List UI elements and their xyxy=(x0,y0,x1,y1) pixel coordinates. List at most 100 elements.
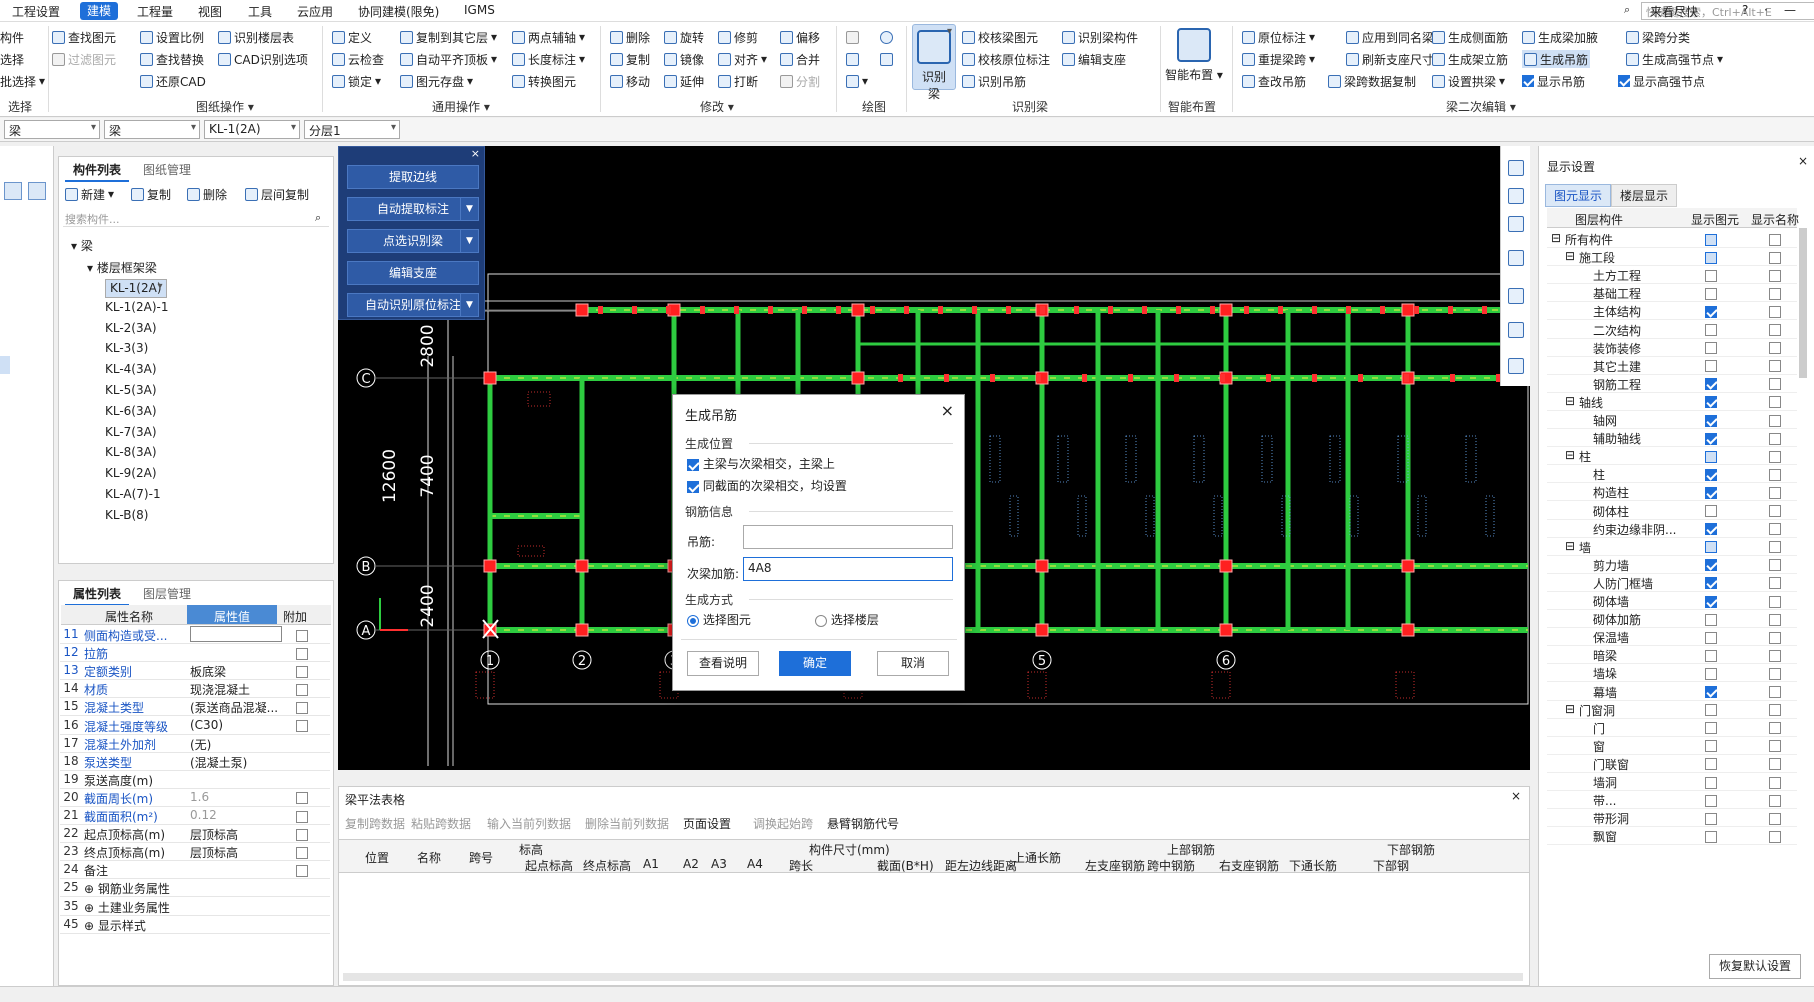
tree-item-component[interactable]: KL-A(7)-1 xyxy=(105,487,161,501)
show-name-checkbox[interactable] xyxy=(1769,414,1781,427)
property-row[interactable]: 21 截面面积(m²) 0.12 xyxy=(60,807,330,825)
edit-support-float-button[interactable]: 编辑支座 xyxy=(347,261,479,285)
rotate-button[interactable]: 旋转 xyxy=(664,28,704,46)
display-row[interactable]: 装饰装修 xyxy=(1547,339,1797,357)
property-row[interactable]: 12 拉筋 xyxy=(60,644,330,663)
view-box-icon[interactable] xyxy=(1508,250,1524,266)
display-row[interactable]: 辅助轴线 xyxy=(1547,429,1797,448)
check-in-situ-annotation-button[interactable]: 校核原位标注 xyxy=(962,50,1050,68)
radio-selected-icon[interactable] xyxy=(687,614,699,627)
show-element-checkbox[interactable] xyxy=(1705,631,1717,644)
show-name-checkbox[interactable] xyxy=(1769,324,1781,336)
user-name-label[interactable]: 来看尽快 xyxy=(1650,3,1698,20)
display-row[interactable]: 飘窗 xyxy=(1547,827,1797,846)
property-row[interactable]: 17 混凝土外加剂 (无) xyxy=(60,735,330,753)
chevron-down-icon[interactable]: ▼ xyxy=(460,294,478,316)
display-row[interactable]: 轴网 xyxy=(1547,411,1797,429)
show-element-checkbox[interactable] xyxy=(1705,305,1717,318)
vertical-scrollbar[interactable] xyxy=(1799,228,1807,378)
merge-button[interactable]: 合并 xyxy=(780,50,820,68)
property-row[interactable]: 20 截面周长(m) 1.6 xyxy=(60,789,330,807)
show-name-checkbox[interactable] xyxy=(1769,305,1781,318)
ok-button[interactable]: 确定 xyxy=(779,651,851,676)
length-dimension-button[interactable]: 长度标注 ▾ xyxy=(512,50,585,68)
show-name-checkbox[interactable] xyxy=(1769,505,1781,517)
show-element-checkbox[interactable] xyxy=(1705,559,1717,572)
auto-extract-annotation-button[interactable]: 自动提取标注 ▼ xyxy=(347,197,479,221)
show-hanger-checkbox[interactable]: 显示吊筋 xyxy=(1522,72,1585,90)
display-row[interactable]: 基础工程 xyxy=(1547,284,1797,303)
tree-item-component[interactable]: KL-2(3A) xyxy=(105,321,157,335)
display-row[interactable]: 门联窗 xyxy=(1547,755,1797,773)
draw-line-button[interactable] xyxy=(846,50,859,68)
identify-beam-button[interactable]: 识别梁 xyxy=(912,24,956,101)
show-element-checkbox[interactable] xyxy=(1705,233,1717,246)
type-select[interactable]: 梁 xyxy=(104,120,200,139)
show-element-checkbox[interactable] xyxy=(1705,414,1717,427)
define-button[interactable]: 定义 xyxy=(332,28,372,46)
tree-group[interactable]: ▾ 楼层框架梁 xyxy=(87,259,157,276)
tree-item-component[interactable]: KL-4(3A) xyxy=(105,362,157,376)
show-name-checkbox[interactable] xyxy=(1769,378,1781,391)
check-beam-element-button[interactable]: 校核梁图元 xyxy=(962,28,1038,46)
trim-button[interactable]: 修剪 xyxy=(718,28,758,46)
fullscreen-icon[interactable] xyxy=(1508,288,1524,304)
show-element-checkbox[interactable] xyxy=(1705,595,1717,608)
input-column-data-link[interactable]: 输入当前列数据 xyxy=(487,815,571,832)
close-icon[interactable]: × xyxy=(471,147,480,160)
generate-haunch-button[interactable]: 生成梁加腋 xyxy=(1522,28,1598,46)
re-extract-span-button[interactable]: 重提梁跨 ▾ xyxy=(1242,50,1315,68)
extra-checkbox[interactable] xyxy=(296,647,308,660)
show-name-checkbox[interactable] xyxy=(1769,776,1781,789)
generate-hanger-button[interactable]: 生成吊筋 xyxy=(1522,50,1591,68)
show-element-checkbox[interactable] xyxy=(1705,613,1717,626)
auto-align-slab-button[interactable]: 自动平齐顶板 ▾ xyxy=(400,50,497,68)
show-element-checkbox[interactable] xyxy=(1705,396,1717,409)
tree-item-component[interactable]: KL-5(3A) xyxy=(105,383,157,397)
cancel-button[interactable]: 取消 xyxy=(877,651,949,676)
edit-support-button[interactable]: 编辑支座 xyxy=(1062,50,1126,68)
show-element-checkbox[interactable] xyxy=(1705,812,1717,825)
display-row[interactable]: 其它土建 xyxy=(1547,357,1797,375)
show-element-checkbox[interactable] xyxy=(1705,541,1717,554)
extra-checkbox[interactable] xyxy=(296,810,308,823)
show-name-checkbox[interactable] xyxy=(1769,233,1781,246)
identify-hanger-button[interactable]: 识别吊筋 xyxy=(962,72,1026,90)
paste-span-data-link[interactable]: 粘贴跨数据 xyxy=(411,815,471,832)
close-icon[interactable]: × xyxy=(941,401,954,420)
display-row[interactable]: 墙垛 xyxy=(1547,664,1797,683)
display-row[interactable]: ⊟ 墙 xyxy=(1547,538,1797,556)
display-row[interactable]: 人防门框墙 xyxy=(1547,574,1797,592)
display-row[interactable]: ⊟ 轴线 xyxy=(1547,393,1797,411)
select-component-button[interactable]: 构件 xyxy=(0,28,24,46)
component-search-input[interactable]: 搜索构件... xyxy=(63,209,329,227)
report-icon[interactable] xyxy=(1508,358,1524,374)
copy-button[interactable]: 复制 xyxy=(610,50,650,68)
show-element-checkbox[interactable] xyxy=(1705,486,1717,499)
display-row[interactable]: 暗梁 xyxy=(1547,646,1797,665)
radio-select-element[interactable]: 选择图元 xyxy=(687,611,751,628)
property-row[interactable]: 23 终点顶标高(m) 层顶标高 xyxy=(60,843,330,862)
display-row[interactable]: 钢筋工程 xyxy=(1547,375,1797,393)
display-row[interactable]: 砌体柱 xyxy=(1547,502,1797,520)
show-element-checkbox[interactable] xyxy=(1705,468,1717,481)
show-element-checkbox[interactable] xyxy=(1705,378,1717,391)
show-name-checkbox[interactable] xyxy=(1769,486,1781,499)
tab-floor-display[interactable]: 楼层显示 xyxy=(1611,184,1678,207)
delete-button[interactable]: 删除 xyxy=(610,28,650,46)
tree-root[interactable]: ▾ 梁 xyxy=(71,237,93,254)
show-name-checkbox[interactable] xyxy=(1769,649,1781,662)
property-value[interactable]: (C30) xyxy=(190,718,280,732)
property-row[interactable]: 14 材质 现浇混凝土 xyxy=(60,680,330,699)
minimize-icon[interactable]: — xyxy=(1784,3,1796,17)
property-value[interactable]: 现浇混凝土 xyxy=(190,681,280,698)
smart-layout-button[interactable]: 智能布置 ▾ xyxy=(1164,24,1224,90)
tab-drawing-management[interactable]: 图纸管理 xyxy=(135,159,199,180)
show-name-checkbox[interactable] xyxy=(1769,251,1781,264)
property-value[interactable]: 0.12 xyxy=(190,808,280,822)
set-arch-beam-button[interactable]: 设置拱梁 ▾ xyxy=(1432,72,1505,90)
display-row[interactable]: ⊟ 柱 xyxy=(1547,447,1797,466)
show-element-checkbox[interactable] xyxy=(1705,287,1717,300)
property-row[interactable]: 24 备注 xyxy=(60,861,330,880)
show-element-checkbox[interactable] xyxy=(1705,704,1717,717)
